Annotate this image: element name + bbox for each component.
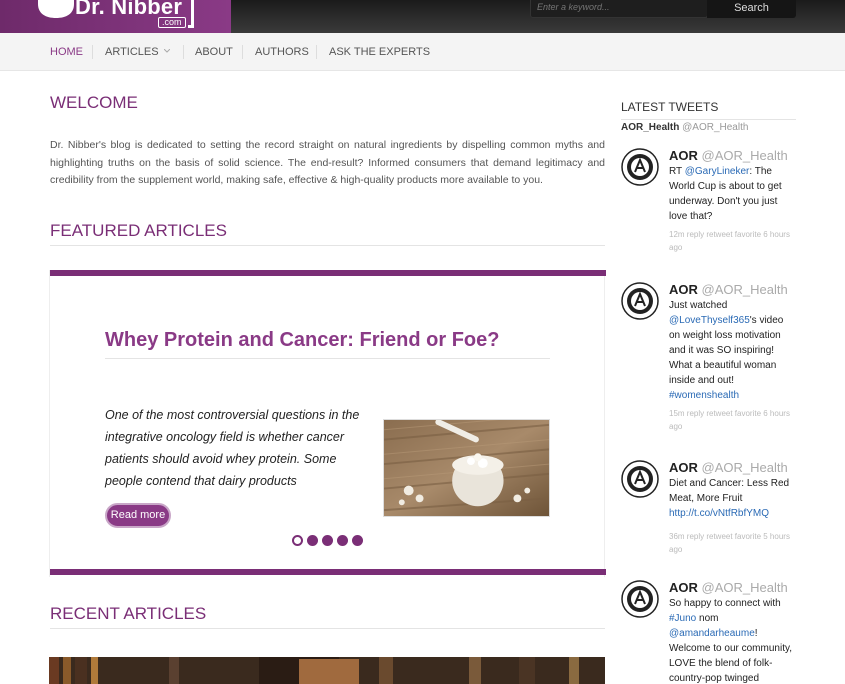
recent-heading: RECENT ARTICLES — [50, 604, 207, 623]
aor-logo-avatar[interactable] — [621, 460, 659, 498]
tweet-link[interactable]: #womenshealth — [669, 390, 739, 401]
tweet-text: Diet and Cancer: Less Red Meat, More Fru… — [669, 476, 795, 521]
tweet-meta[interactable]: 15m reply retweet favorite 6 hours ago — [669, 407, 795, 433]
nav-about[interactable]: ABOUT — [195, 46, 233, 58]
top-bar: Dr. Nibber .com Search — [0, 0, 845, 33]
slider-dot-3[interactable] — [322, 535, 333, 546]
recent-divider — [50, 628, 605, 629]
tweet-author[interactable]: AOR @AOR_Health — [669, 580, 788, 595]
tweet-meta[interactable]: 36m reply retweet favorite 5 hours ago — [669, 530, 795, 556]
nav-divider — [92, 45, 93, 59]
welcome-text: Dr. Nibber's blog is dedicated to settin… — [50, 139, 605, 186]
chevron-down-icon[interactable] — [164, 49, 170, 53]
nav-home[interactable]: HOME — [50, 46, 83, 58]
tweet-author-handle: @AOR_Health — [701, 282, 788, 297]
welcome-heading: WELCOME — [50, 93, 138, 112]
slide-title[interactable]: Whey Protein and Cancer: Friend or Foe? — [105, 329, 500, 352]
aor-logo-avatar[interactable] — [621, 148, 659, 186]
tweet-link[interactable]: @LoveThyself365 — [669, 315, 750, 326]
tweet-author[interactable]: AOR @AOR_Health — [669, 282, 788, 297]
tweet-link[interactable]: #Juno — [669, 613, 696, 624]
latest-tweets-heading: LATEST TWEETS — [621, 100, 719, 114]
recent-article-image[interactable] — [49, 657, 605, 684]
nav-divider — [242, 45, 243, 59]
tweet-text-part: Just watched — [669, 300, 728, 311]
slider-dot-2[interactable] — [307, 535, 318, 546]
tweet-author-name: AOR — [669, 580, 702, 595]
search-input[interactable] — [530, 0, 708, 18]
tweet-text-part: nom — [696, 613, 719, 624]
tweet-text: RT @GaryLineker: The World Cup is about … — [669, 164, 795, 224]
featured-divider — [50, 245, 605, 246]
slide-divider — [105, 358, 550, 359]
tweet-text-part: Diet and Cancer: Less Red Meat, More Fru… — [669, 478, 790, 504]
tweet-link[interactable]: @amandarheaume — [669, 628, 755, 639]
mortar-icon — [38, 0, 74, 18]
read-more-button[interactable]: Read more — [105, 503, 171, 528]
tweet-author-name: AOR — [669, 282, 702, 297]
tweet-text: Just watched @LoveThyself365's video on … — [669, 298, 795, 403]
aor-logo-avatar[interactable] — [621, 282, 659, 320]
tweet-author[interactable]: AOR @AOR_Health — [669, 148, 788, 163]
aor-logo-avatar[interactable] — [621, 580, 659, 618]
tweet-link[interactable]: http://t.co/vNtfRbfYMQ — [669, 508, 769, 519]
twitter-account[interactable]: AOR_Health @AOR_Health — [621, 122, 748, 133]
logo-bracket — [188, 0, 194, 28]
tweet-author-name: AOR — [669, 148, 702, 163]
nav-divider — [316, 45, 317, 59]
whey-protein-image[interactable] — [383, 419, 550, 517]
tweet-text: So happy to connect with #Juno nom @aman… — [669, 596, 795, 684]
slider-top-bar — [50, 270, 606, 276]
tweet-author-handle: @AOR_Health — [701, 460, 788, 475]
featured-slider: Whey Protein and Cancer: Friend or Foe? … — [49, 270, 606, 577]
slider-dot-1[interactable] — [292, 535, 303, 546]
tweet-author-name: AOR — [669, 460, 702, 475]
logo-suffix: .com — [158, 17, 186, 28]
slider-dot-4[interactable] — [337, 535, 348, 546]
tweet-text-part: So happy to connect with — [669, 598, 781, 609]
nav-divider — [183, 45, 184, 59]
site-logo[interactable]: Dr. Nibber .com — [0, 0, 231, 33]
tweet-author-handle: @AOR_Health — [701, 148, 788, 163]
main-nav: HOME ARTICLES ABOUT AUTHORS ASK THE EXPE… — [0, 33, 845, 71]
tweet-author-handle: @AOR_Health — [701, 580, 788, 595]
tweet-text-part: RT — [669, 166, 685, 177]
slide-excerpt: One of the most controversial questions … — [105, 408, 360, 488]
nav-articles[interactable]: ARTICLES — [105, 46, 159, 58]
nav-authors[interactable]: AUTHORS — [255, 46, 309, 58]
search-button[interactable]: Search — [707, 0, 796, 18]
tweet-meta[interactable]: 12m reply retweet favorite 6 hours ago — [669, 228, 795, 254]
twitter-account-name: AOR_Health — [621, 122, 680, 133]
tweet-link[interactable]: @GaryLineker — [685, 166, 750, 177]
tweet-author[interactable]: AOR @AOR_Health — [669, 460, 788, 475]
twitter-account-handle: @AOR_Health — [682, 122, 749, 133]
featured-heading: FEATURED ARTICLES — [50, 221, 227, 240]
sidebar-divider — [621, 119, 796, 120]
slider-dot-5[interactable] — [352, 535, 363, 546]
slider-bottom-bar — [50, 569, 606, 575]
nav-ask-experts[interactable]: ASK THE EXPERTS — [329, 46, 430, 58]
